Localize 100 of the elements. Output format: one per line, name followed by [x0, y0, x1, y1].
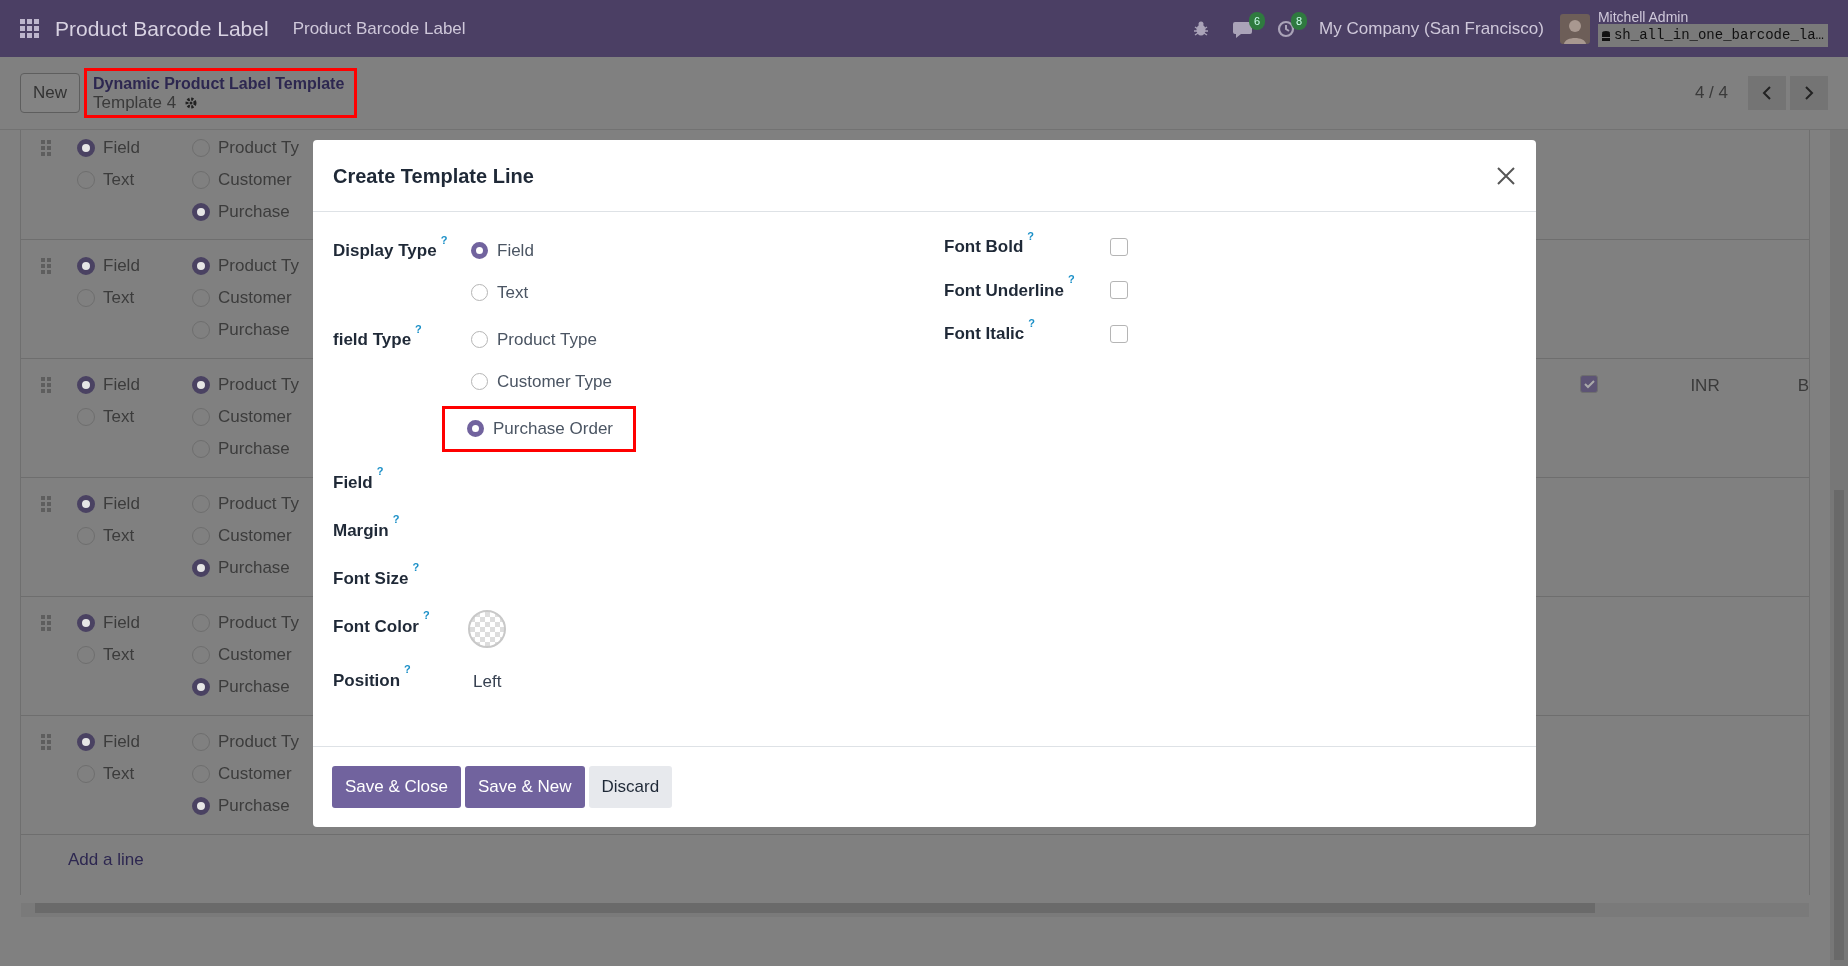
radio-option[interactable]: Field — [77, 250, 192, 282]
chat-icon[interactable] — [1233, 19, 1254, 38]
radio-option[interactable]: Purchase — [192, 433, 332, 465]
option-label: Customer — [218, 644, 292, 667]
radio-option[interactable]: Text — [77, 639, 192, 671]
radio-option[interactable]: Field — [77, 726, 192, 758]
radio-option[interactable]: Product Ty — [192, 488, 332, 520]
help-tooltip[interactable]: ? — [422, 609, 430, 622]
radio-button[interactable] — [77, 139, 95, 157]
new-button[interactable]: New — [20, 73, 80, 113]
dialog-button[interactable]: Save & Close — [332, 766, 461, 808]
drag-handle-icon[interactable] — [41, 258, 51, 274]
avatar-icon[interactable] — [1559, 13, 1590, 44]
dialog-button[interactable]: Save & New — [465, 766, 585, 808]
radio-option[interactable]: Customer Type — [465, 364, 636, 398]
help-tooltip[interactable]: ? — [1067, 273, 1075, 286]
apps-menu-icon[interactable] — [20, 19, 39, 38]
radio-option[interactable]: Customer — [192, 164, 332, 196]
radio-option[interactable]: Product Ty — [192, 250, 332, 282]
radio-button[interactable] — [192, 203, 210, 221]
radio-option[interactable]: Text — [77, 758, 192, 790]
menu-item[interactable]: Product Barcode Label — [292, 15, 466, 42]
radio-button[interactable] — [192, 559, 210, 577]
help-tooltip[interactable]: ? — [404, 663, 411, 676]
dialog-button[interactable]: Discard — [588, 766, 673, 808]
radio-option[interactable]: Product Type — [465, 323, 636, 357]
help-tooltip[interactable]: ? — [1028, 316, 1035, 329]
radio-option[interactable]: Text — [77, 282, 192, 314]
option-label: Customer — [218, 287, 292, 310]
radio-option[interactable]: Purchase — [192, 671, 332, 703]
previous-button[interactable] — [1748, 76, 1786, 110]
checkbox[interactable] — [1110, 281, 1128, 300]
radio-option[interactable]: Customer — [192, 520, 332, 552]
radio-button[interactable] — [192, 376, 210, 394]
option-label: Purchase — [218, 201, 290, 224]
help-tooltip[interactable]: ? — [415, 322, 422, 335]
help-tooltip[interactable]: ? — [376, 465, 384, 478]
option-label: Text — [103, 406, 135, 429]
radio-option[interactable]: Product Ty — [192, 607, 332, 639]
radio-option[interactable]: Purchase — [192, 790, 332, 822]
radio-option[interactable]: Field — [77, 488, 192, 520]
breadcrumb-link[interactable]: Dynamic Product Label Template — [93, 75, 345, 94]
company-switcher[interactable]: My Company (San Francisco) — [1319, 15, 1544, 42]
radio-option[interactable]: Purchase — [192, 314, 332, 346]
radio-option[interactable]: Text — [465, 275, 540, 309]
drag-handle-icon[interactable] — [41, 377, 51, 393]
drag-handle-icon[interactable] — [41, 734, 51, 750]
radio-button[interactable] — [192, 678, 210, 696]
radio-button[interactable] — [467, 420, 484, 438]
option-label: Purchase — [218, 438, 290, 461]
next-button[interactable] — [1790, 76, 1828, 110]
checkbox[interactable] — [1110, 324, 1128, 343]
radio-option[interactable]: Customer — [192, 758, 332, 790]
radio-option[interactable]: Text — [77, 520, 192, 552]
radio-option[interactable]: Field — [465, 234, 540, 268]
help-tooltip[interactable]: ? — [440, 233, 448, 246]
option-label: Product Ty — [218, 493, 299, 516]
checkbox[interactable] — [1110, 237, 1128, 256]
database-icon — [1601, 30, 1610, 41]
checkbox[interactable] — [1580, 375, 1599, 393]
radio-option[interactable]: Field — [77, 607, 192, 639]
help-tooltip[interactable]: ? — [412, 561, 420, 574]
badge-count: 6 — [1249, 11, 1266, 30]
user-name[interactable]: Mitchell Admin — [1597, 10, 1828, 24]
clock-icon[interactable] — [1277, 19, 1296, 38]
drag-handle-icon[interactable] — [41, 496, 51, 512]
radio-button[interactable] — [192, 797, 210, 815]
radio-button[interactable] — [77, 733, 95, 751]
radio-option[interactable]: Field — [77, 132, 192, 164]
color-picker[interactable] — [468, 609, 506, 648]
radio-option[interactable]: Customer — [192, 282, 332, 314]
radio-button[interactable] — [471, 242, 488, 260]
drag-handle-icon[interactable] — [41, 615, 51, 631]
radio-option[interactable]: Product Ty — [192, 726, 332, 758]
radio-option[interactable]: Text — [77, 164, 192, 196]
close-icon — [1496, 166, 1516, 187]
radio-button[interactable] — [192, 257, 210, 275]
radio-option[interactable]: Customer — [192, 401, 332, 433]
bug-icon[interactable] — [1193, 20, 1210, 37]
help-tooltip[interactable]: ? — [1027, 229, 1035, 242]
radio-option[interactable]: Product Ty — [192, 369, 332, 401]
app-name[interactable]: Product Barcode Label — [55, 12, 269, 45]
radio-button[interactable] — [77, 257, 95, 275]
dialog-title: Create Template Line — [333, 163, 534, 189]
radio-option[interactable]: Purchase — [192, 552, 332, 584]
radio-option[interactable]: Field — [77, 369, 192, 401]
radio-option[interactable]: Purchase — [192, 196, 332, 228]
radio-option[interactable]: Purchase Order — [461, 412, 619, 446]
radio-option[interactable]: Product Ty — [192, 132, 332, 164]
help-tooltip[interactable]: ? — [392, 513, 400, 526]
radio-button[interactable] — [77, 614, 95, 632]
radio-option[interactable]: Text — [77, 401, 192, 433]
radio-button[interactable] — [77, 376, 95, 394]
radio-button[interactable] — [77, 495, 95, 513]
option-label: Customer — [218, 763, 292, 786]
add-line-link[interactable]: Add a line — [68, 850, 144, 869]
gear-icon[interactable] — [184, 96, 199, 111]
radio-option[interactable]: Customer — [192, 639, 332, 671]
chevron-left-icon — [1762, 86, 1772, 100]
drag-handle-icon[interactable] — [41, 140, 51, 156]
